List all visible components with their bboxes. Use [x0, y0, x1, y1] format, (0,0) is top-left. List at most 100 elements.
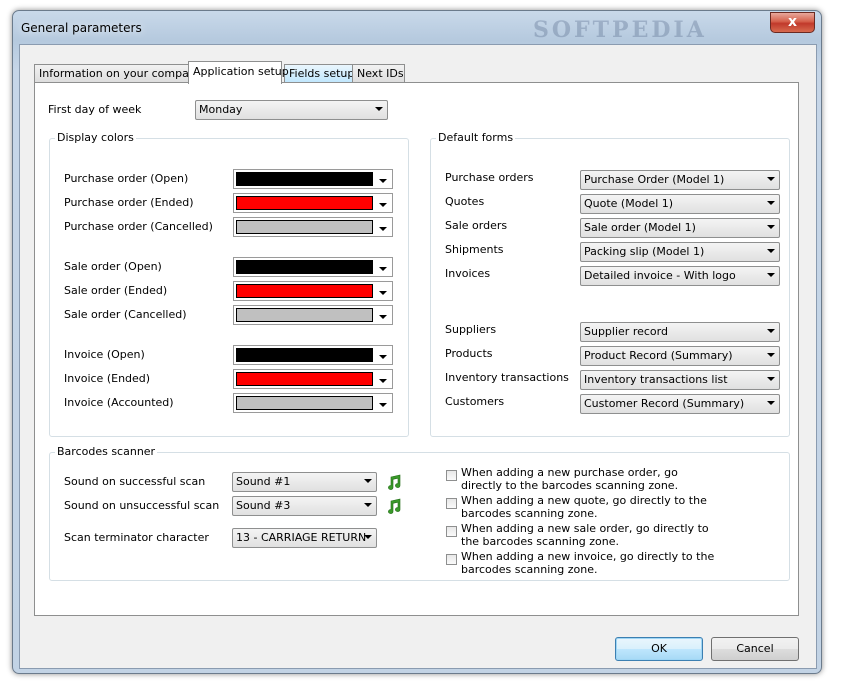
color-swatch [236, 372, 373, 386]
color-swatch [236, 172, 373, 186]
dialog-client: Information on your company Application … [19, 44, 817, 669]
chevron-down-icon [379, 267, 387, 271]
display-colors-title: Display colors [55, 131, 136, 144]
application-setup-panel: First day of week Monday Display colors … [34, 82, 799, 616]
form-select-value: Purchase Order (Model 1) [584, 173, 725, 186]
scan-checkbox[interactable] [446, 470, 457, 481]
sound-fail-select[interactable]: Sound #3 [232, 496, 377, 516]
color-row-label: Invoice (Open) [64, 348, 145, 361]
color-picker[interactable] [233, 369, 393, 389]
form-select-value: Sale order (Model 1) [584, 221, 696, 234]
form-select[interactable]: Product Record (Summary) [580, 346, 780, 366]
ok-button[interactable]: OK [615, 637, 703, 661]
form-select-value: Packing slip (Model 1) [584, 245, 705, 258]
close-icon: x [787, 14, 798, 30]
tab-application-setup[interactable]: Application setup [188, 61, 289, 84]
form-select[interactable]: Inventory transactions list [580, 370, 780, 390]
color-row-label: Sale order (Open) [64, 260, 162, 273]
color-swatch [236, 284, 373, 298]
chevron-down-icon [375, 107, 383, 111]
scan-checkbox-label: When adding a new sale order, go directl… [461, 522, 709, 548]
color-picker[interactable] [233, 393, 393, 413]
form-select[interactable]: Purchase Order (Model 1) [580, 170, 780, 190]
color-picker[interactable] [233, 257, 393, 277]
scan-checkbox[interactable] [446, 498, 457, 509]
color-row-label: Purchase order (Ended) [64, 196, 194, 209]
terminator-label: Scan terminator character [64, 531, 209, 544]
cancel-button[interactable]: Cancel [711, 637, 799, 661]
chevron-down-icon [767, 329, 775, 333]
form-select[interactable]: Customer Record (Summary) [580, 394, 780, 414]
terminator-select[interactable]: 13 - CARRIAGE RETURN [232, 528, 377, 548]
first-day-value: Monday [199, 103, 243, 116]
color-row-label: Invoice (Ended) [64, 372, 151, 385]
default-forms-title: Default forms [436, 131, 516, 144]
chevron-down-icon [364, 535, 372, 539]
color-swatch [236, 260, 373, 274]
barcodes-title: Barcodes scanner [55, 445, 158, 458]
music-note-icon[interactable] [386, 474, 402, 490]
chevron-down-icon [767, 353, 775, 357]
color-picker[interactable] [233, 281, 393, 301]
scan-checkbox-label: When adding a new invoice, go directly t… [461, 550, 715, 576]
sound-fail-label: Sound on unsuccessful scan [64, 499, 220, 512]
chevron-down-icon [767, 249, 775, 253]
form-select-value: Product Record (Summary) [584, 349, 733, 362]
chevron-down-icon [767, 401, 775, 405]
chevron-down-icon [767, 225, 775, 229]
chevron-down-icon [767, 273, 775, 277]
form-select-value: Detailed invoice - With logo [584, 269, 736, 282]
chevron-down-icon [364, 479, 372, 483]
color-picker[interactable] [233, 345, 393, 365]
chevron-down-icon [379, 355, 387, 359]
color-swatch [236, 396, 373, 410]
form-row-label: Sale orders [445, 219, 508, 232]
scan-checkbox-label: When adding a new purchase order, go dir… [461, 466, 679, 492]
chevron-down-icon [364, 503, 372, 507]
chevron-down-icon [379, 291, 387, 295]
sound-success-label: Sound on successful scan [64, 475, 206, 488]
form-select-value: Supplier record [584, 325, 668, 338]
close-button[interactable]: x [770, 12, 815, 33]
watermark: SOFTPEDIA [533, 17, 707, 43]
chevron-down-icon [379, 227, 387, 231]
form-row-label: Purchase orders [445, 171, 534, 184]
color-picker[interactable] [233, 217, 393, 237]
color-swatch [236, 348, 373, 362]
form-select[interactable]: Sale order (Model 1) [580, 218, 780, 238]
form-select[interactable]: Packing slip (Model 1) [580, 242, 780, 262]
color-picker[interactable] [233, 305, 393, 325]
color-picker[interactable] [233, 169, 393, 189]
form-row-label: Inventory transactions [445, 371, 569, 384]
color-swatch [236, 220, 373, 234]
form-select-value: Quote (Model 1) [584, 197, 674, 210]
chevron-down-icon [379, 403, 387, 407]
chevron-down-icon [767, 177, 775, 181]
tab-company-info[interactable]: Information on your company [34, 64, 202, 83]
music-note-icon[interactable] [386, 498, 402, 514]
form-select[interactable]: Detailed invoice - With logo [580, 266, 780, 286]
scan-checkbox[interactable] [446, 554, 457, 565]
tab-fields-setup[interactable]: Fields setup [284, 64, 354, 83]
color-row-label: Sale order (Cancelled) [64, 308, 187, 321]
color-row-label: Sale order (Ended) [64, 284, 168, 297]
title-bar[interactable]: General parameters SOFTPEDIA x [13, 11, 821, 45]
form-select[interactable]: Supplier record [580, 322, 780, 342]
color-row-label: Purchase order (Cancelled) [64, 220, 213, 233]
scan-checkbox[interactable] [446, 526, 457, 537]
terminator-value: 13 - CARRIAGE RETURN [236, 531, 367, 544]
form-row-label: Shipments [445, 243, 504, 256]
form-row-label: Products [445, 347, 493, 360]
form-row-label: Quotes [445, 195, 485, 208]
chevron-down-icon [767, 201, 775, 205]
color-row-label: Invoice (Accounted) [64, 396, 174, 409]
sound-success-select[interactable]: Sound #1 [232, 472, 377, 492]
form-select[interactable]: Quote (Model 1) [580, 194, 780, 214]
color-picker[interactable] [233, 193, 393, 213]
chevron-down-icon [379, 203, 387, 207]
first-day-select[interactable]: Monday [195, 100, 388, 120]
form-select-value: Customer Record (Summary) [584, 397, 745, 410]
tab-next-ids[interactable]: Next IDs [352, 64, 405, 83]
first-day-label: First day of week [48, 103, 142, 116]
chevron-down-icon [379, 315, 387, 319]
